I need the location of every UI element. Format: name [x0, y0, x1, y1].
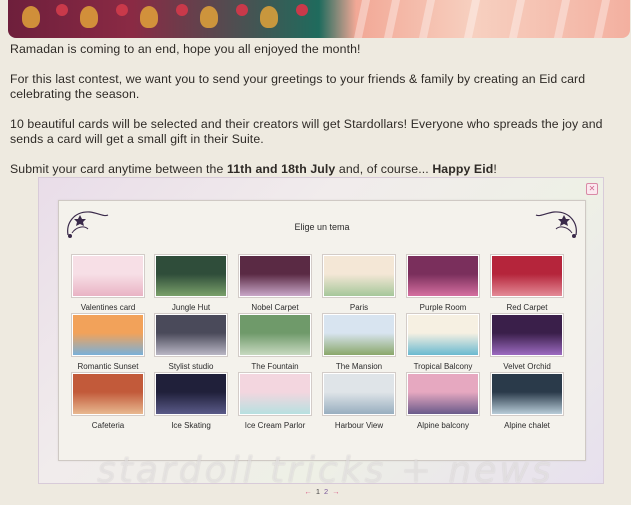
page-1[interactable]: 1 [316, 487, 320, 496]
theme-picker-panel: Elige un tema Valentines card Jungle Hut N… [58, 200, 586, 496]
theme-thumbnail-frame[interactable] [406, 254, 480, 298]
theme-label: Harbour View [334, 421, 384, 430]
theme-thumbnail-frame[interactable] [71, 372, 145, 416]
theme-thumbnail[interactable] [324, 374, 394, 414]
theme-thumbnail-frame[interactable] [490, 313, 564, 357]
theme-card[interactable]: Paris [320, 254, 398, 312]
header-banner [8, 0, 630, 38]
theme-thumbnail[interactable] [324, 315, 394, 355]
theme-thumbnail[interactable] [156, 315, 226, 355]
theme-picker-frame: ✕ Elige un tema Valentines card Jungle Hu… [38, 177, 604, 496]
theme-thumbnail-frame[interactable] [238, 372, 312, 416]
intro-line-1: Ramadan is coming to an end, hope you al… [10, 42, 361, 56]
intro-line-2: For this last contest, we want you to se… [10, 72, 586, 101]
theme-label: Velvet Orchid [503, 362, 551, 371]
theme-thumbnail[interactable] [408, 315, 478, 355]
theme-card[interactable]: Alpine chalet [488, 372, 566, 430]
theme-label: Alpine chalet [504, 421, 550, 430]
theme-label: Stylist studio [168, 362, 214, 371]
eid-greeting: Happy Eid [432, 162, 494, 176]
theme-label: The Mansion [335, 362, 383, 371]
theme-label: Jungle Hut [171, 303, 211, 312]
theme-card[interactable]: Purple Room [404, 254, 482, 312]
theme-card[interactable]: Tropical Balcony [404, 313, 482, 371]
theme-thumbnail[interactable] [73, 315, 143, 355]
theme-thumbnail-frame[interactable] [71, 254, 145, 298]
intro-line-3: 10 beautiful cards will be selected and … [10, 117, 603, 146]
theme-card[interactable]: Nobel Carpet [236, 254, 314, 312]
close-icon[interactable]: ✕ [586, 183, 598, 195]
page: Ramadan is coming to an end, hope you al… [0, 0, 631, 505]
theme-thumbnail[interactable] [240, 315, 310, 355]
theme-label: Alpine balcony [416, 421, 470, 430]
theme-label: Tropical Balcony [413, 362, 473, 371]
theme-card[interactable]: The Fountain [236, 313, 314, 371]
theme-thumbnail[interactable] [408, 256, 478, 296]
theme-thumbnail-frame[interactable] [406, 372, 480, 416]
theme-label: Ice Cream Parlor [244, 421, 306, 430]
theme-thumbnail-frame[interactable] [406, 313, 480, 357]
contest-dates: 11th and 18th July [226, 162, 336, 176]
theme-grid: Valentines card Jungle Hut Nobel Carpet Par… [59, 201, 585, 460]
page-2-link[interactable]: 2 [324, 487, 328, 496]
theme-thumbnail[interactable] [240, 256, 310, 296]
intro-line-4: Submit your card anytime between the 11t… [10, 162, 628, 177]
theme-card[interactable]: Red Carpet [488, 254, 566, 312]
theme-thumbnail[interactable] [408, 374, 478, 414]
theme-thumbnail[interactable] [324, 256, 394, 296]
pagination: ← 1 2 → [59, 487, 585, 496]
theme-thumbnail-frame[interactable] [154, 254, 228, 298]
theme-card[interactable]: Velvet Orchid [488, 313, 566, 371]
theme-card[interactable]: Stylist studio [152, 313, 230, 371]
intro-line-4-start: Submit your card anytime between the [10, 162, 227, 176]
theme-thumbnail-frame[interactable] [490, 254, 564, 298]
theme-thumbnail-frame[interactable] [322, 372, 396, 416]
theme-thumbnail[interactable] [492, 374, 562, 414]
theme-card[interactable]: Harbour View [320, 372, 398, 430]
theme-thumbnail-frame[interactable] [322, 254, 396, 298]
theme-label: Ice Skating [171, 421, 211, 430]
theme-thumbnail-frame[interactable] [238, 254, 312, 298]
theme-thumbnail[interactable] [492, 256, 562, 296]
theme-card[interactable]: Jungle Hut [152, 254, 230, 312]
theme-card[interactable]: Ice Cream Parlor [236, 372, 314, 430]
theme-card[interactable]: The Mansion [320, 313, 398, 371]
theme-label: Cafeteria [91, 421, 125, 430]
intro-line-4-middle: and, of course... [335, 162, 433, 176]
theme-thumbnail-frame[interactable] [490, 372, 564, 416]
theme-thumbnail[interactable] [73, 374, 143, 414]
theme-thumbnail-frame[interactable] [238, 313, 312, 357]
theme-thumbnail-frame[interactable] [154, 372, 228, 416]
theme-label: The Fountain [251, 362, 299, 371]
theme-card[interactable]: Cafeteria [69, 372, 147, 430]
next-page-icon[interactable]: → [332, 487, 340, 496]
theme-thumbnail[interactable] [156, 374, 226, 414]
theme-thumbnail-frame[interactable] [154, 313, 228, 357]
theme-thumbnail[interactable] [240, 374, 310, 414]
theme-label: Purple Room [419, 303, 467, 312]
theme-label: Romantic Sunset [77, 362, 139, 371]
theme-thumbnail-frame[interactable] [71, 313, 145, 357]
theme-thumbnail[interactable] [73, 256, 143, 296]
theme-thumbnail[interactable] [156, 256, 226, 296]
theme-card[interactable]: Alpine balcony [404, 372, 482, 430]
theme-card[interactable]: Ice Skating [152, 372, 230, 430]
theme-thumbnail[interactable] [492, 315, 562, 355]
theme-label: Red Carpet [506, 303, 548, 312]
theme-thumbnail-frame[interactable] [322, 313, 396, 357]
theme-card[interactable]: Valentines card [69, 254, 147, 312]
theme-card[interactable]: Romantic Sunset [69, 313, 147, 371]
theme-label: Nobel Carpet [251, 303, 299, 312]
theme-label: Paris [349, 303, 369, 312]
intro-line-4-end: ! [493, 162, 497, 176]
theme-label: Valentines card [80, 303, 136, 312]
prev-page-icon[interactable]: ← [304, 487, 312, 496]
